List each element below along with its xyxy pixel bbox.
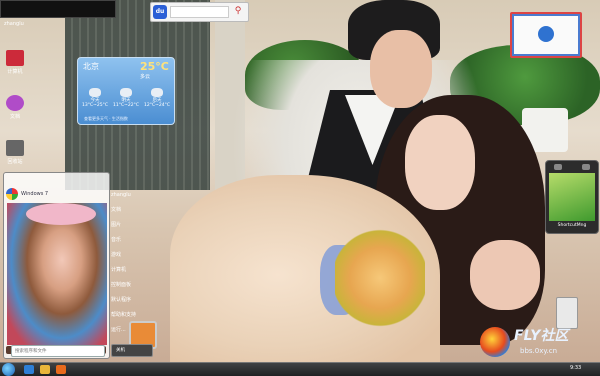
start-item-documents[interactable]: 文档 (111, 203, 151, 218)
media-player-icon[interactable] (56, 365, 66, 374)
forecast-day: 后天 12°C~24°C (143, 88, 171, 108)
desktop-icon-computer[interactable]: 计算机 (0, 50, 30, 75)
forecast-day-range: 12°C~24°C (143, 103, 170, 108)
recycle-bin-icon (6, 140, 24, 156)
grass-image (549, 173, 595, 221)
start-item-music[interactable]: 音乐 (111, 233, 151, 248)
baidu-search-gadget: du ⚲ (150, 2, 249, 22)
start-menu: Windows 7 所有程序 zhanglu 文档 图片 音乐 游戏 计算机 控… (3, 160, 157, 360)
start-orb-icon[interactable] (2, 363, 15, 376)
start-menu-header: Windows 7 (6, 188, 48, 200)
start-search-placeholder: 搜索程序和文件 (15, 349, 47, 354)
gadget-knob-icon (582, 164, 590, 170)
taskbar-clock[interactable]: 9:33 (570, 365, 581, 371)
minimized-window[interactable] (0, 0, 116, 18)
shutdown-label: 关机 (116, 348, 125, 353)
gadget-label: ShortcutMng (557, 223, 587, 228)
explorer-icon[interactable] (40, 365, 50, 374)
forecast-day-range: 11°C~22°C (112, 103, 139, 108)
watermark-url: bbs.0xy.cn (520, 347, 558, 355)
taskbar: 9:33 (0, 362, 600, 376)
desktop-icon-label: 计算机 (7, 69, 23, 75)
window-label: zhanglu (4, 21, 24, 27)
start-search-input[interactable]: 搜索程序和文件 (11, 345, 105, 357)
search-input[interactable] (170, 6, 229, 18)
start-item-user[interactable]: zhanglu (111, 188, 151, 203)
bride-arm (470, 240, 540, 310)
shortcut-manager-gadget[interactable]: ShortcutMng (545, 160, 599, 234)
start-item-run[interactable]: 运行... (111, 323, 151, 338)
bride-face (405, 115, 475, 210)
user-folder-icon (6, 95, 24, 111)
weather-temperature: 25°C (140, 60, 169, 73)
start-item-help[interactable]: 帮助和支持 (111, 308, 151, 323)
cloud-icon (89, 88, 101, 97)
start-item-games[interactable]: 游戏 (111, 248, 151, 263)
computer-icon (6, 50, 24, 66)
cloud-icon (151, 88, 163, 97)
watermark-brand: FLY社区 (514, 328, 569, 344)
forecast-day: 明天 11°C~22°C (112, 88, 140, 108)
weather-forecast: 今天 13°C~25°C 明天 11°C~22°C 后天 12°C~24°C (81, 88, 171, 108)
search-icon[interactable]: ⚲ (231, 5, 245, 18)
weather-footer-link[interactable]: 查看更多天气 · 生活指数 (84, 116, 128, 122)
fly-community-watermark: FLY社区 bbs.0xy.cn (480, 325, 598, 361)
mail-envelope-icon[interactable] (510, 12, 582, 58)
ie-icon[interactable] (24, 365, 34, 374)
shutdown-button[interactable]: 关机 (111, 344, 153, 357)
gadget-knob-icon (554, 164, 562, 170)
start-menu-title: Windows 7 (21, 191, 49, 197)
desktop-icon-label: 文档 (9, 114, 20, 120)
windows-logo-icon (6, 188, 18, 200)
groom-face (370, 30, 432, 108)
weather-city: 北京 (83, 62, 99, 71)
start-menu-left-pane: Windows 7 所有程序 (3, 172, 110, 359)
forecast-day: 今天 13°C~25°C (81, 88, 109, 108)
fly-logo-icon (480, 327, 510, 357)
weather-condition: 多云 (140, 74, 151, 80)
start-item-pictures[interactable]: 图片 (111, 218, 151, 233)
user-photo-hat (26, 203, 96, 225)
cloud-icon (120, 88, 132, 97)
desktop-icon-documents[interactable]: 文档 (0, 95, 30, 120)
start-item-computer[interactable]: 计算机 (111, 263, 151, 278)
forecast-day-range: 13°C~25°C (81, 103, 108, 108)
start-item-control-panel[interactable]: 控制面板 (111, 278, 151, 293)
baidu-logo-icon: du (153, 5, 167, 19)
mail-seal-icon (538, 26, 554, 42)
start-menu-right-pane: zhanglu 文档 图片 音乐 游戏 计算机 控制面板 默认程序 帮助和支持 … (111, 188, 151, 358)
weather-gadget[interactable]: 北京 25°C 多云 今天 13°C~25°C 明天 11°C~22°C 后天 … (77, 57, 175, 125)
bouquet (335, 228, 425, 328)
start-item-default-programs[interactable]: 默认程序 (111, 293, 151, 308)
